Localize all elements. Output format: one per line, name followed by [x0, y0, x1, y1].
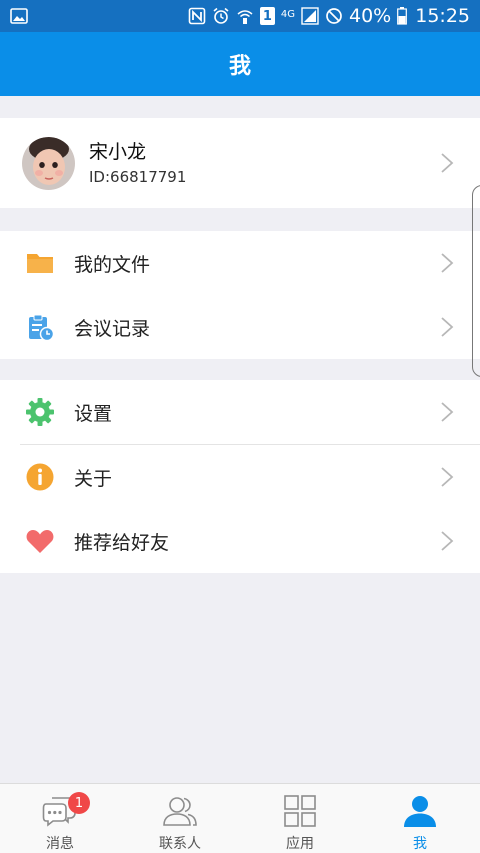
profile-name: 宋小龙	[89, 141, 147, 163]
menu-item-about[interactable]: 关于	[0, 445, 480, 509]
battery-icon	[397, 7, 408, 25]
profile-card[interactable]: 宋小龙 ID:66817791	[0, 118, 480, 208]
apps-grid-icon	[284, 795, 316, 827]
status-bar: 1 4G 40% 15:25	[0, 0, 480, 32]
tab-apps[interactable]: 应用	[240, 784, 360, 853]
chevron-right-icon	[441, 402, 454, 422]
edge-panel-handle[interactable]	[472, 185, 480, 377]
menu-item-label: 我的文件	[74, 253, 151, 276]
wifi-call-icon	[237, 10, 253, 24]
menu-item-my-files[interactable]: 我的文件	[0, 231, 480, 295]
tab-label: 我	[413, 836, 427, 852]
chevron-right-icon	[441, 253, 454, 273]
menu-item-label: 推荐给好友	[74, 531, 170, 554]
nfc-icon	[188, 7, 206, 25]
menu-item-label: 关于	[74, 467, 113, 490]
menu-item-label: 会议记录	[74, 317, 151, 340]
chevron-right-icon	[441, 317, 454, 337]
alarm-icon	[213, 7, 229, 24]
chevron-right-icon	[441, 467, 454, 487]
menu-item-recommend[interactable]: 推荐给好友	[0, 509, 480, 573]
tab-label: 消息	[46, 836, 74, 852]
clipboard-clock-icon	[29, 314, 55, 342]
menu-item-meeting-records[interactable]: 会议记录	[0, 295, 480, 359]
menu-item-label: 设置	[74, 402, 113, 425]
battery-percent: 40%	[349, 5, 392, 27]
user-icon	[404, 796, 436, 827]
menu-group-files: 我的文件 会议记录	[0, 231, 480, 359]
sim-indicator: 1	[259, 7, 275, 25]
gallery-icon	[10, 8, 28, 24]
chevron-right-icon	[441, 153, 454, 173]
gear-icon	[26, 398, 54, 426]
tab-messages[interactable]: 消息 1	[0, 784, 120, 853]
unread-badge: 1	[68, 792, 90, 814]
tab-contacts[interactable]: 联系人	[120, 784, 240, 853]
tab-label: 应用	[286, 836, 314, 852]
chevron-right-icon	[441, 531, 454, 551]
dnd-icon	[326, 8, 342, 24]
avatar[interactable]	[22, 136, 75, 190]
menu-item-settings[interactable]: 设置	[0, 380, 480, 444]
tab-label: 联系人	[159, 836, 201, 852]
app-header: 我	[0, 32, 480, 96]
clock: 15:25	[415, 5, 470, 27]
menu-group-settings: 设置 关于 推荐给好友	[0, 380, 480, 573]
profile-id: ID:66817791	[89, 168, 187, 186]
page-title: 我	[228, 54, 251, 79]
contacts-icon	[163, 797, 197, 826]
bottom-tab-bar: 消息 1 联系人 应用 我	[0, 783, 480, 853]
folder-icon	[27, 254, 53, 273]
heart-icon	[26, 530, 54, 553]
signal-icon	[301, 7, 319, 25]
network-type: 4G	[280, 9, 295, 20]
tab-me[interactable]: 我	[360, 784, 480, 853]
info-icon	[26, 463, 54, 491]
